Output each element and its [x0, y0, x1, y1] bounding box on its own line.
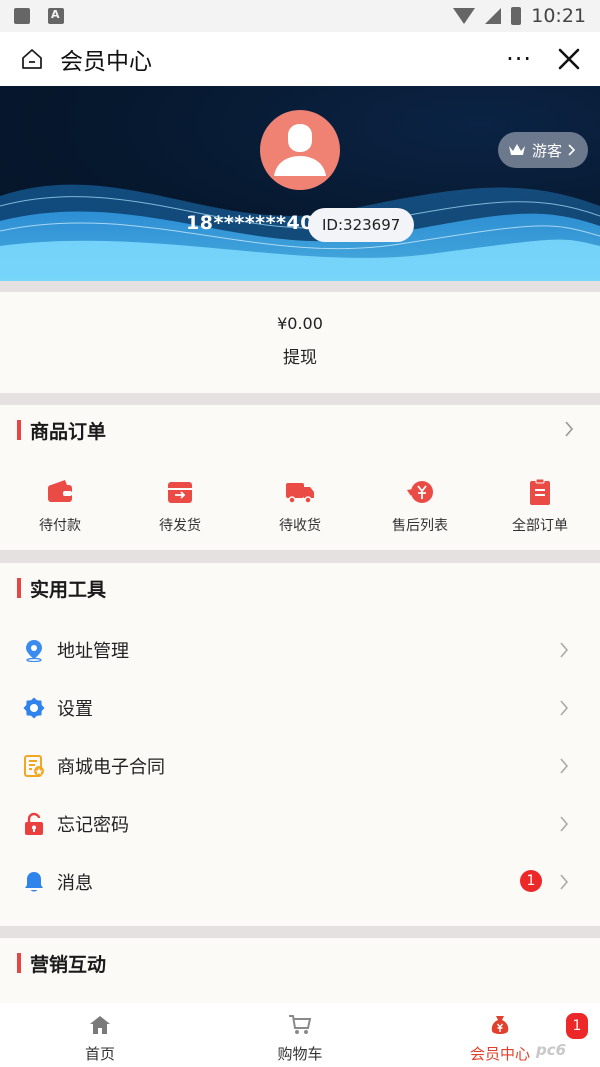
cart-icon — [289, 1015, 312, 1034]
status-bar: 10:21 — [0, 0, 600, 32]
balance-card: ¥0.00 提现 — [0, 292, 600, 393]
lock-icon — [25, 812, 43, 835]
tab-cart[interactable]: 购物车 — [200, 1003, 400, 1067]
user-phone: 18*******40 — [186, 212, 314, 234]
page-title: 会员中心 — [60, 49, 152, 75]
orders-header[interactable]: 商品订单 — [0, 405, 600, 455]
avatar[interactable] — [260, 110, 340, 190]
section-accent-bar — [17, 420, 21, 440]
bell-icon — [25, 872, 43, 892]
tools-section: 实用工具 地址管理 设置 商城电子合同 忘记密码 消息 1 — [0, 563, 600, 926]
marketing-header: 营销互动 — [0, 938, 600, 988]
home-icon — [90, 1016, 110, 1034]
tool-electronic-contract[interactable]: 商城电子合同 — [0, 737, 600, 795]
chevron-right-icon — [560, 700, 569, 716]
title-bar: 会员中心 ··· — [0, 32, 600, 86]
orders-section: 商品订单 待付款 待发货 待收货 售后列表 全部订单 — [0, 405, 600, 550]
chevron-right-icon — [560, 642, 569, 658]
bottom-tab-bar: 首页 购物车 会员中心 — [0, 1003, 600, 1067]
chevron-right-icon — [568, 144, 576, 156]
tools-title: 实用工具 — [30, 578, 107, 601]
refund-icon — [407, 481, 433, 503]
chevron-right-icon — [560, 874, 569, 890]
money-bag-icon — [491, 1016, 509, 1034]
visitor-label: 游客 — [532, 141, 563, 160]
tools-header: 实用工具 — [0, 563, 600, 613]
home-icon[interactable] — [20, 47, 44, 71]
tool-messages[interactable]: 消息 1 — [0, 853, 600, 911]
app-notification-icon — [48, 8, 64, 24]
contract-icon — [24, 755, 44, 777]
tool-forgot-password[interactable]: 忘记密码 — [0, 795, 600, 853]
avatar-person-icon — [274, 124, 326, 176]
order-after-sales[interactable]: 售后列表 — [360, 477, 480, 535]
tool-address-management[interactable]: 地址管理 — [0, 621, 600, 679]
orders-title: 商品订单 — [30, 420, 107, 443]
balance-amount: ¥0.00 — [277, 314, 323, 333]
crown-icon — [509, 144, 525, 155]
section-accent-bar — [17, 953, 21, 973]
signal-icon — [485, 8, 502, 24]
clipboard-icon — [530, 478, 550, 505]
chevron-right-icon[interactable] — [564, 421, 574, 437]
order-all[interactable]: 全部订单 — [480, 477, 600, 535]
close-icon[interactable] — [558, 48, 580, 70]
section-accent-bar — [17, 578, 21, 598]
marketing-title: 营销互动 — [30, 953, 107, 976]
chevron-right-icon — [560, 816, 569, 832]
order-pending-shipment[interactable]: 待发货 — [120, 477, 240, 535]
box-icon — [168, 482, 192, 503]
gear-icon — [23, 697, 45, 719]
message-count-badge: 1 — [520, 870, 542, 892]
tab-home[interactable]: 首页 — [0, 1003, 200, 1067]
profile-banner: 游客 18*******40 ID:323697 — [0, 86, 600, 281]
location-pin-icon — [26, 640, 42, 662]
withdraw-button[interactable]: 提现 — [0, 343, 600, 368]
truck-icon — [286, 483, 314, 504]
more-icon[interactable]: ··· — [506, 47, 532, 71]
image-notification-icon — [14, 8, 30, 24]
marketing-section: 营销互动 — [0, 938, 600, 1003]
wallet-icon — [48, 480, 72, 502]
user-id-badge: ID:323697 — [308, 208, 415, 242]
chevron-right-icon — [560, 758, 569, 774]
cart-count-badge: 1 — [566, 1013, 588, 1039]
watermark: pc6 — [536, 1041, 567, 1059]
wifi-icon — [453, 8, 476, 24]
battery-icon — [511, 7, 522, 25]
tool-settings[interactable]: 设置 — [0, 679, 600, 737]
order-pending-payment[interactable]: 待付款 — [0, 477, 120, 535]
order-pending-receipt[interactable]: 待收货 — [240, 477, 360, 535]
status-time: 10:21 — [531, 5, 586, 27]
visitor-badge[interactable]: 游客 — [498, 132, 589, 168]
